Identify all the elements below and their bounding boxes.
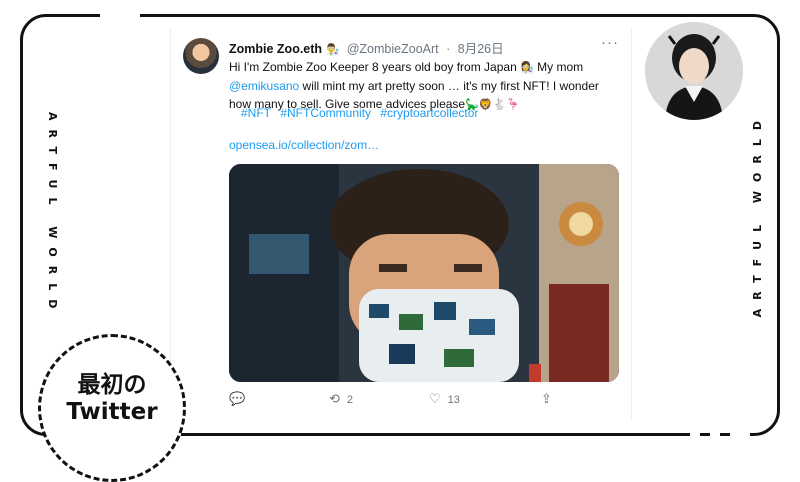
tweet-text-part1: Hi I'm Zombie Zoo Keeper 8 years old boy… <box>229 60 521 74</box>
retweet-icon: ⟲ <box>329 392 340 407</box>
author-avatar[interactable] <box>183 38 219 74</box>
opensea-link[interactable]: opensea.io/collection/zom… <box>229 138 379 152</box>
tweet-header: Zombie Zoo.eth 👨‍🔬 @ZombieZooArt · 8月26日 <box>229 38 504 57</box>
frame-dash <box>700 433 710 436</box>
retweet-count: 2 <box>346 393 354 406</box>
author-emoji: 👨‍🔬 <box>325 43 340 56</box>
tweet-date[interactable]: 8月26日 <box>458 42 504 56</box>
hashtag-nft[interactable]: #NFT <box>241 106 271 120</box>
caption-line-2: Twitter <box>66 399 158 425</box>
reply-button[interactable]: 💬 <box>229 392 245 407</box>
side-title-right: ARTFUL WORLD <box>751 112 764 318</box>
tweet-card[interactable]: Zombie Zoo.eth 👨‍🔬 @ZombieZooArt · 8月26日… <box>170 28 632 420</box>
author-handle[interactable]: @ZombieZooArt <box>347 42 439 56</box>
tweet-photo[interactable] <box>229 164 619 382</box>
reply-icon: 💬 <box>229 392 246 407</box>
tweet-emoji-1: 👩‍🔬 <box>520 61 534 74</box>
retweet-button[interactable]: ⟲ 2 <box>329 392 353 407</box>
person-portrait <box>645 22 743 120</box>
side-title-left: ARTFUL WORLD <box>46 112 59 318</box>
heart-icon: ♡ <box>429 392 441 407</box>
share-icon: ⇪ <box>541 392 552 407</box>
child-photo-pixelated <box>229 164 619 382</box>
like-count: 13 <box>447 393 460 406</box>
caption-line-1: 最初の <box>77 372 147 398</box>
frame-dash <box>82 14 92 17</box>
hashtag-cryptoartcollector[interactable]: #cryptoartcollector <box>380 106 478 120</box>
frame-dash <box>720 433 730 436</box>
profile-photo <box>645 22 743 120</box>
hashtag-list: #NFT #NFTCommunity #cryptoartcollector <box>241 106 484 120</box>
share-button[interactable]: ⇪ <box>541 392 552 407</box>
frame-gap <box>100 12 140 20</box>
mention-link[interactable]: @emikusano <box>229 79 299 93</box>
tweet-text-part2: My mom <box>533 60 584 74</box>
like-button[interactable]: ♡ 13 <box>429 392 460 407</box>
caption-text: 最初の Twitter <box>38 372 186 426</box>
tweet-actions: 💬 ⟲ 2 ♡ 13 ⇪ <box>229 392 619 412</box>
more-options-icon[interactable]: ··· <box>601 34 619 51</box>
separator-dot: · <box>446 42 451 56</box>
frame-dash <box>146 14 156 17</box>
hashtag-nftcommunity[interactable]: #NFTCommunity <box>280 106 371 120</box>
author-name[interactable]: Zombie Zoo.eth <box>229 42 322 56</box>
frame-gap <box>742 90 750 120</box>
